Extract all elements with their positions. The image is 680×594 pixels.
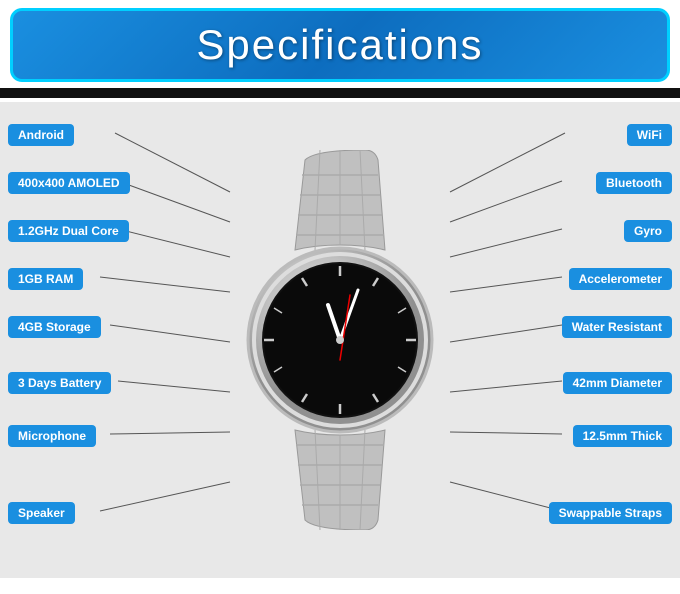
- watch-image: [220, 150, 460, 530]
- spec-gyro: Gyro: [624, 220, 672, 242]
- spec-battery: 3 Days Battery: [8, 372, 111, 394]
- spec-android: Android: [8, 124, 74, 146]
- spec-wifi: WiFi: [627, 124, 672, 146]
- spec-water: Water Resistant: [562, 316, 672, 338]
- spec-ram: 1GB RAM: [8, 268, 83, 290]
- spec-dualcore: 1.2GHz Dual Core: [8, 220, 129, 242]
- spec-speaker: Speaker: [8, 502, 75, 524]
- spec-diameter: 42mm Diameter: [563, 372, 672, 394]
- spec-straps: Swappable Straps: [549, 502, 672, 524]
- divider: [0, 88, 680, 98]
- spec-storage: 4GB Storage: [8, 316, 101, 338]
- header-section: Specifications: [10, 8, 670, 82]
- spec-accelerometer: Accelerometer: [569, 268, 672, 290]
- spec-thick: 12.5mm Thick: [573, 425, 672, 447]
- spec-bluetooth: Bluetooth: [596, 172, 672, 194]
- page-title: Specifications: [33, 21, 647, 69]
- spec-amoled: 400x400 AMOLED: [8, 172, 130, 194]
- specs-section: Android 400x400 AMOLED 1.2GHz Dual Core …: [0, 102, 680, 578]
- spec-microphone: Microphone: [8, 425, 96, 447]
